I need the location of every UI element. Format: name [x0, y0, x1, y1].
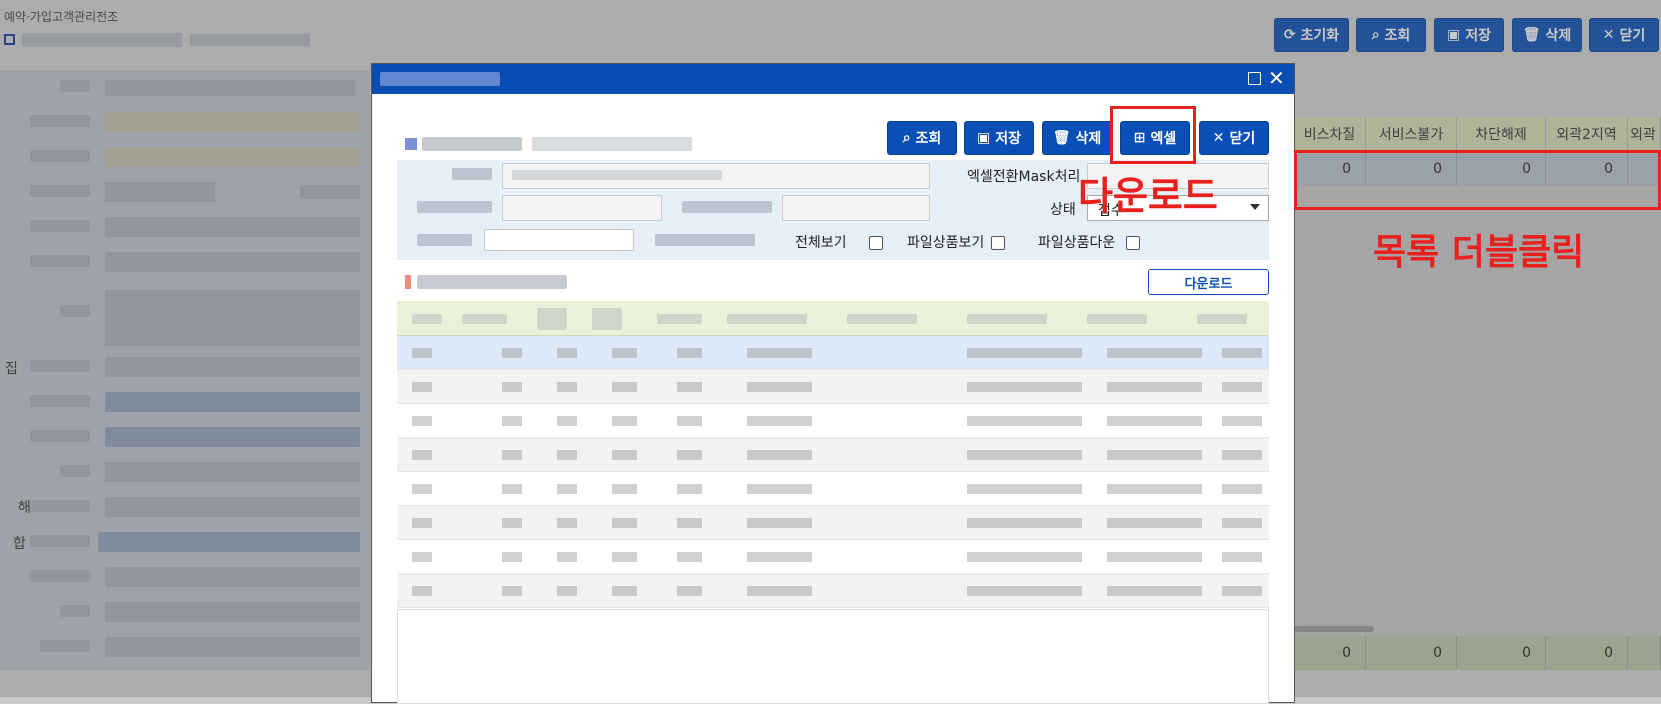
grid-highlight-box: [1294, 150, 1661, 210]
view-all-label: 전체보기: [795, 235, 847, 251]
grid-header-blurred[interactable]: [657, 314, 702, 324]
grid-header-blurred[interactable]: [727, 314, 807, 324]
modal-delete-label: 삭제: [1075, 131, 1102, 147]
section-icon: [405, 138, 417, 150]
grid-header-blurred[interactable]: [967, 314, 1047, 324]
grid-header-blurred[interactable]: [592, 308, 622, 330]
form-field[interactable]: [484, 229, 634, 251]
form-label: [655, 234, 755, 246]
download-label: 다운로드: [1184, 276, 1233, 292]
close-icon[interactable]: ✕: [1268, 66, 1285, 90]
section-marker-icon: [405, 275, 411, 289]
save-icon: ▣: [977, 130, 991, 146]
status-label: 상태: [1050, 202, 1076, 218]
mask-label: 엑셀전환Mask처리: [967, 169, 1081, 185]
grid-cells-blurred: [412, 348, 1262, 598]
excel-highlight-box: [1110, 106, 1196, 164]
form-field[interactable]: [782, 195, 930, 221]
modal-search-button[interactable]: ⌕ 조회: [887, 121, 957, 155]
grid-annotation: 목록 더블클릭: [1373, 232, 1585, 273]
view-all-checkbox[interactable]: [869, 236, 883, 250]
form-label: [682, 201, 772, 213]
form-field-value-blurred: [512, 170, 722, 180]
chevron-down-icon: [1250, 204, 1260, 210]
modal-title-bar[interactable]: ✕: [372, 64, 1294, 94]
section-title-blurred: [417, 275, 567, 289]
maximize-icon[interactable]: [1248, 72, 1261, 85]
close-icon: ✕: [1212, 130, 1225, 146]
file-download-label: 파일상품다운: [1038, 235, 1116, 251]
form-label: [417, 234, 472, 246]
form-label: [452, 168, 492, 180]
file-view-checkbox[interactable]: [991, 236, 1005, 250]
grid-header-blurred[interactable]: [537, 308, 567, 330]
excel-annotation: 다운로드: [1078, 174, 1218, 218]
form-field[interactable]: [502, 195, 662, 221]
search-icon: ⌕: [902, 130, 911, 146]
modal-search-label: 조회: [915, 131, 942, 147]
modal-heading-blurred: [422, 137, 522, 151]
modal-subheading-blurred: [532, 137, 692, 151]
file-view-label: 파일상품보기: [907, 235, 985, 251]
modal-delete-button[interactable]: 🗑 삭제: [1042, 121, 1112, 155]
grid-header-blurred[interactable]: [412, 314, 442, 324]
download-button[interactable]: 다운로드: [1148, 269, 1269, 295]
grid-header-blurred[interactable]: [1087, 314, 1147, 324]
file-download-checkbox[interactable]: [1126, 236, 1140, 250]
trash-icon: 🗑: [1052, 130, 1071, 146]
grid-header-blurred[interactable]: [462, 314, 507, 324]
form-label: [417, 201, 492, 213]
grid-header-blurred[interactable]: [847, 314, 917, 324]
modal-close-button[interactable]: ✕ 닫기: [1199, 121, 1269, 155]
modal-close-label: 닫기: [1229, 131, 1256, 147]
grid-empty-area: [397, 609, 1269, 704]
modal-save-button[interactable]: ▣ 저장: [964, 121, 1034, 155]
modal-save-label: 저장: [995, 131, 1021, 147]
modal-title-blurred: [380, 72, 500, 86]
grid-header-blurred[interactable]: [1197, 314, 1247, 324]
